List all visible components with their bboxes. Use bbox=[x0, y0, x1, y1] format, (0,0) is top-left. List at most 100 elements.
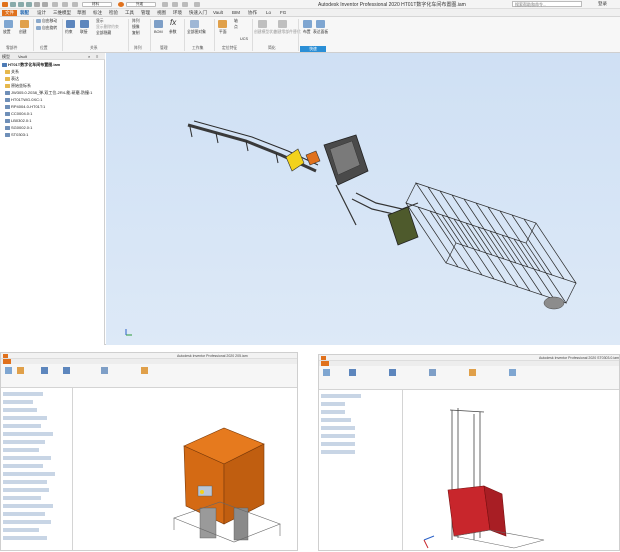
browser-tab-vault[interactable]: Vault bbox=[18, 54, 27, 59]
ribbon-icon[interactable] bbox=[429, 369, 436, 376]
mirror-label[interactable]: 镜像 bbox=[132, 25, 140, 30]
list-item[interactable] bbox=[3, 424, 41, 428]
ribbon-icon[interactable] bbox=[101, 367, 108, 374]
tree-item[interactable]: 原始坐标系 bbox=[5, 82, 31, 89]
save-icon[interactable] bbox=[26, 2, 32, 7]
appearance-icon[interactable] bbox=[118, 2, 124, 7]
list-item[interactable] bbox=[3, 432, 53, 436]
list-item[interactable] bbox=[3, 504, 53, 508]
tab-bim[interactable]: BIM bbox=[232, 10, 240, 16]
place-button-label[interactable]: 放置 bbox=[3, 30, 11, 35]
home-icon[interactable] bbox=[52, 2, 58, 7]
app-logo-icon[interactable] bbox=[2, 2, 8, 7]
all-objects-label[interactable]: 全部图对象 bbox=[187, 30, 206, 35]
parameters-icon[interactable]: fx bbox=[170, 18, 176, 27]
free-rotate-icon[interactable] bbox=[36, 26, 41, 30]
presentation-icon[interactable] bbox=[316, 20, 325, 28]
list-item[interactable] bbox=[3, 480, 47, 484]
list-item[interactable] bbox=[321, 434, 355, 438]
place-icon[interactable] bbox=[4, 20, 13, 28]
tree-root[interactable]: HT01T数字化车间布置图.iam bbox=[2, 61, 60, 68]
fx-icon[interactable] bbox=[182, 2, 188, 7]
list-item[interactable] bbox=[3, 416, 47, 420]
list-item[interactable] bbox=[3, 464, 43, 468]
sub-window-viewport[interactable] bbox=[74, 388, 297, 550]
point-label[interactable]: 点 bbox=[234, 25, 238, 30]
tab-inspect[interactable]: 检验 bbox=[109, 10, 118, 16]
appearance-dropdown[interactable]: 外观 bbox=[126, 2, 156, 7]
measure-icon[interactable] bbox=[194, 2, 200, 7]
axis-label[interactable]: 轴 bbox=[234, 19, 238, 24]
ribbon-icon[interactable] bbox=[469, 369, 476, 376]
model-state-icon[interactable] bbox=[258, 20, 267, 28]
ribbon-icon[interactable] bbox=[5, 367, 12, 374]
ribbon-icon[interactable] bbox=[17, 367, 24, 374]
constrain-icon[interactable] bbox=[66, 20, 75, 28]
bom-icon[interactable] bbox=[154, 20, 163, 28]
tab-lo[interactable]: Lo bbox=[266, 10, 271, 16]
tab-design[interactable]: 设计 bbox=[37, 10, 46, 16]
open-icon[interactable] bbox=[18, 2, 24, 7]
tab-sketch[interactable]: 草图 bbox=[77, 10, 86, 16]
list-item[interactable] bbox=[3, 408, 37, 412]
free-move-label[interactable]: 自由移动 bbox=[42, 19, 57, 24]
hide-all-label[interactable]: 全部隐藏 bbox=[96, 31, 111, 36]
adjust-icon[interactable] bbox=[162, 2, 168, 7]
login-link[interactable]: 登录 bbox=[598, 1, 607, 7]
ribbon-icon[interactable] bbox=[323, 369, 330, 376]
show-label[interactable]: 显示 bbox=[96, 19, 104, 24]
list-item[interactable] bbox=[321, 426, 355, 430]
parameters-label[interactable]: 参数 bbox=[169, 30, 177, 35]
ribbon-icon[interactable] bbox=[141, 367, 148, 374]
create-button-label[interactable]: 创建 bbox=[19, 30, 27, 35]
tab-view[interactable]: 视图 bbox=[157, 10, 166, 16]
tree-item[interactable]: CC0004.0:1 bbox=[5, 110, 32, 117]
list-item[interactable] bbox=[3, 536, 47, 540]
list-item[interactable] bbox=[3, 448, 39, 452]
tab-annotate[interactable]: 标注 bbox=[93, 10, 102, 16]
list-item[interactable] bbox=[321, 450, 355, 454]
plane-label[interactable]: 平面 bbox=[219, 30, 227, 35]
tab-assemble[interactable]: 装配 bbox=[20, 10, 29, 16]
ribbon-icon[interactable] bbox=[509, 369, 516, 376]
ribbon-icon[interactable] bbox=[389, 369, 396, 376]
tab-fg[interactable]: FG bbox=[280, 10, 286, 16]
tree-item[interactable]: JW305.0.2038_弹-双工位-2R4-能-研磨-防撞:1 bbox=[5, 89, 92, 96]
app-logo-icon[interactable] bbox=[321, 356, 326, 360]
browser-tab-model[interactable]: 模型 bbox=[2, 54, 10, 60]
list-item[interactable] bbox=[321, 394, 361, 398]
tree-item[interactable]: 表达 bbox=[5, 75, 19, 82]
list-item[interactable] bbox=[321, 418, 351, 422]
joint-label[interactable]: 联接 bbox=[80, 30, 88, 35]
constrain-label[interactable]: 约束 bbox=[65, 30, 73, 35]
list-item[interactable] bbox=[3, 440, 45, 444]
substitute-icon[interactable] bbox=[278, 20, 287, 28]
new-icon[interactable] bbox=[10, 2, 16, 7]
help-search-input[interactable]: 搜索帮助和命令... bbox=[512, 1, 582, 7]
copy-label[interactable]: 复制 bbox=[132, 31, 140, 36]
layout-icon[interactable] bbox=[303, 20, 312, 28]
list-item[interactable] bbox=[3, 400, 33, 404]
list-item[interactable] bbox=[3, 488, 49, 492]
list-item[interactable] bbox=[3, 512, 45, 516]
tree-item[interactable]: SG0002.0:1 bbox=[5, 124, 32, 131]
bom-label[interactable]: BOM bbox=[154, 30, 163, 34]
tree-item[interactable]: HT01TWG.0XC:1 bbox=[5, 96, 42, 103]
list-item[interactable] bbox=[321, 410, 345, 414]
list-item[interactable] bbox=[3, 392, 43, 396]
show-delete-label[interactable]: 显示删除约束 bbox=[96, 25, 119, 30]
plane-icon[interactable] bbox=[218, 20, 227, 28]
tree-item[interactable]: 关系 bbox=[5, 68, 19, 75]
tab-vault[interactable]: Vault bbox=[213, 10, 223, 16]
tab-collaborate[interactable]: 协作 bbox=[248, 10, 257, 16]
ribbon-icon[interactable] bbox=[349, 369, 356, 376]
presentation-label[interactable]: 表达面板 bbox=[313, 30, 328, 35]
list-item[interactable] bbox=[321, 442, 355, 446]
select-icon[interactable] bbox=[72, 2, 78, 7]
all-objects-icon[interactable] bbox=[190, 20, 199, 28]
free-rotate-label[interactable]: 自由旋转 bbox=[42, 26, 57, 31]
sub-window-viewport[interactable] bbox=[404, 390, 619, 550]
tab-environments[interactable]: 环境 bbox=[173, 10, 182, 16]
list-item[interactable] bbox=[321, 402, 345, 406]
free-move-icon[interactable] bbox=[36, 19, 41, 23]
